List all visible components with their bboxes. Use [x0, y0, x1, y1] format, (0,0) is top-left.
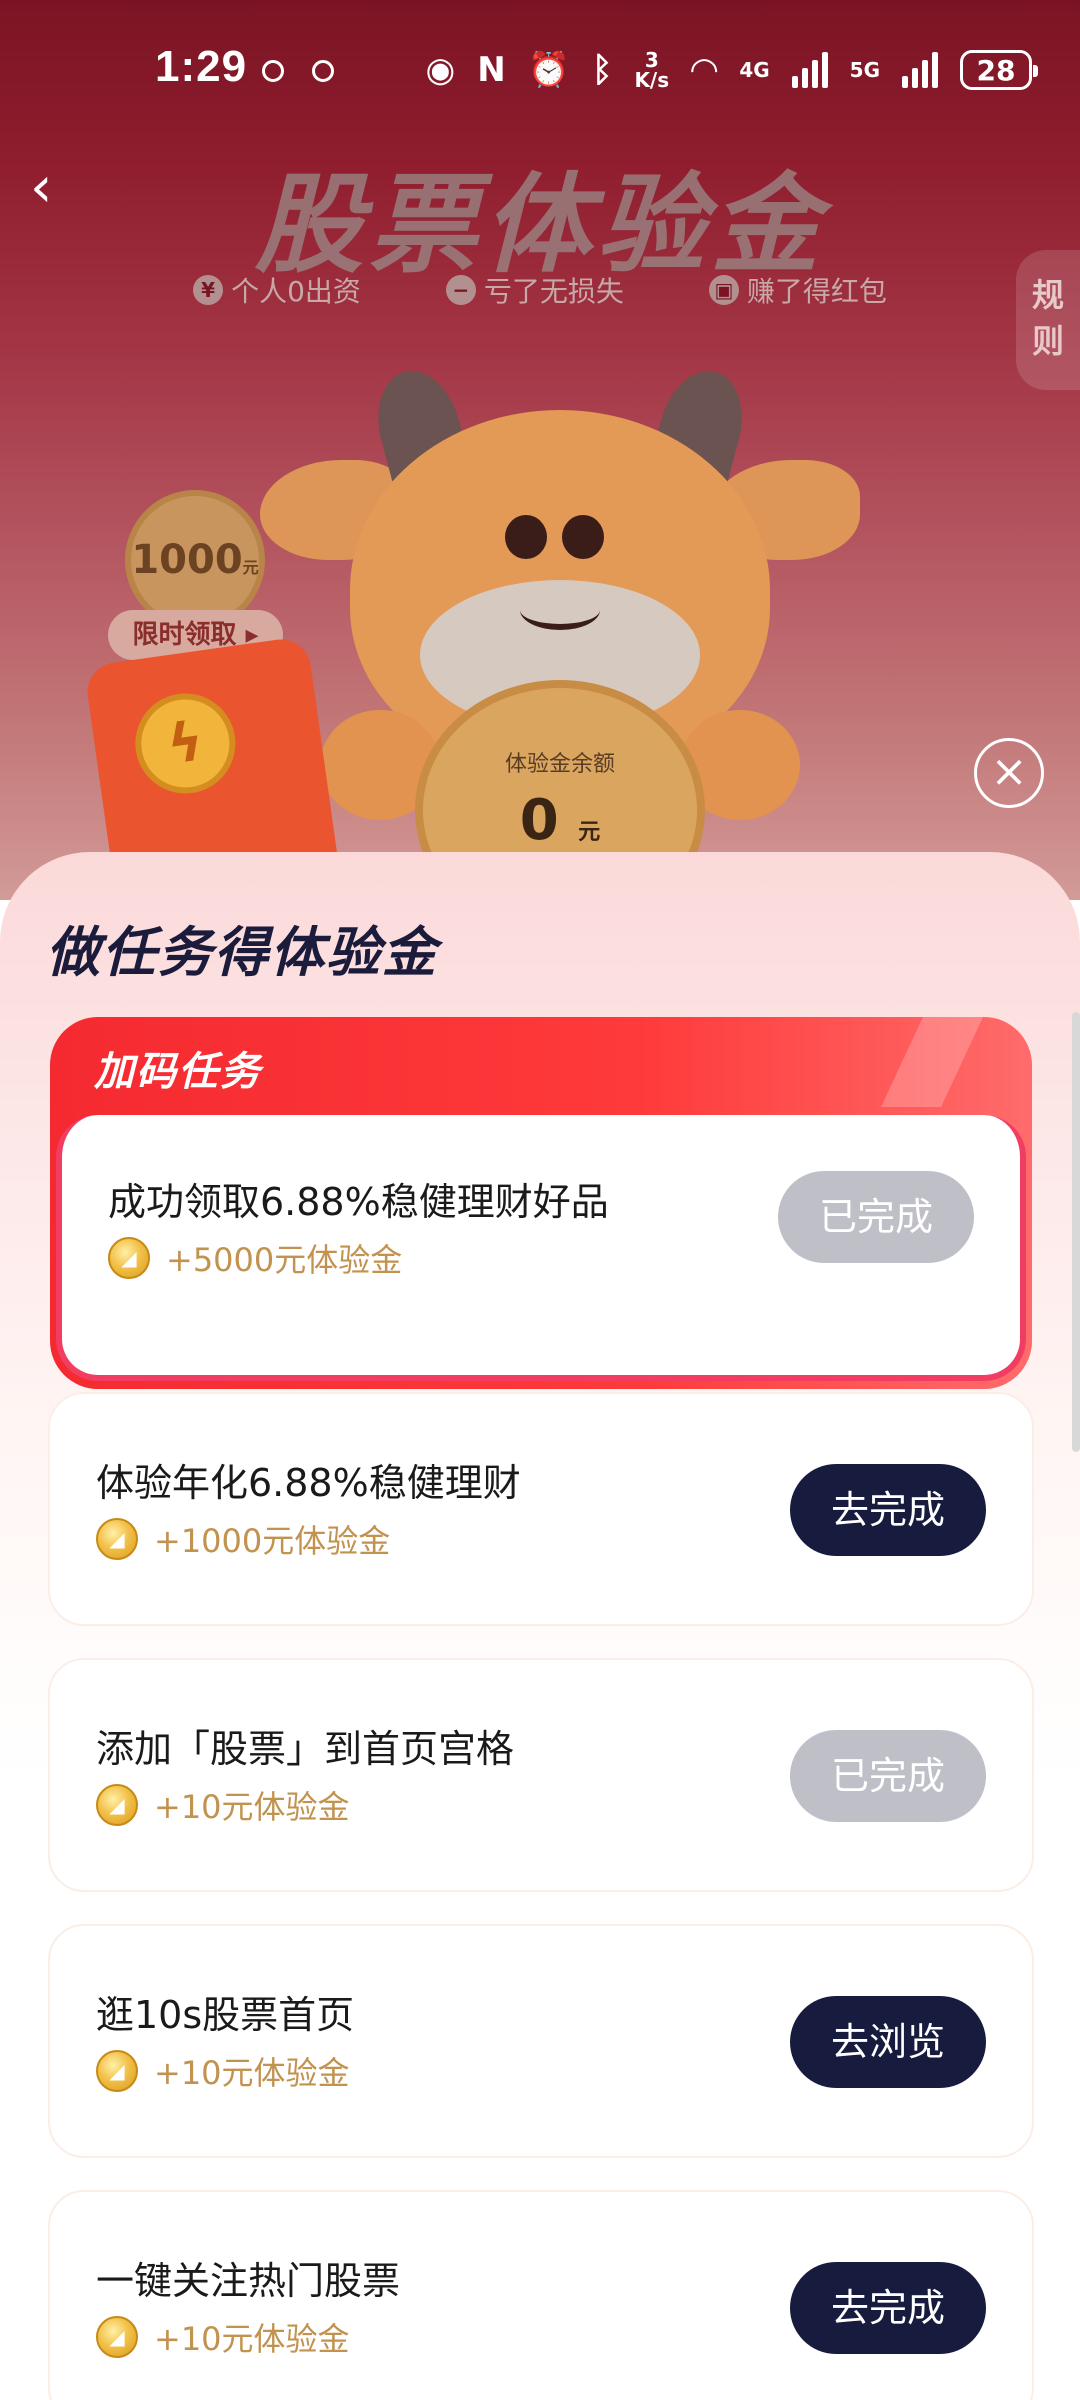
- status-bar: 1:29 ◉ N ⏰ ᛒ 3 K/s ◠ 4G 5G 28: [0, 0, 1080, 130]
- close-button[interactable]: ×: [974, 738, 1044, 808]
- red-packet-icon: ▣: [708, 275, 739, 305]
- task-card: 体验年化6.88%稳健理财 ◢ +1000元体验金 去完成: [48, 1392, 1034, 1626]
- nfc-icon: N: [477, 50, 506, 90]
- minus-icon: −: [445, 275, 476, 305]
- notification-icon: [262, 60, 284, 82]
- bonus-coin-1000[interactable]: 1000元: [125, 490, 265, 630]
- feature-list: ¥ 个人0出资 − 亏了无损失 ▣ 赚了得红包: [0, 270, 1080, 310]
- task-title: 逛10s股票首页: [96, 1993, 355, 2037]
- network-speed: 3 K/s: [634, 48, 670, 92]
- cow-mouth: [520, 590, 600, 630]
- battery-icon: 28: [960, 50, 1038, 90]
- signal-bars-icon: [791, 52, 828, 88]
- yuan-icon: ¥: [193, 275, 224, 305]
- task-go-button[interactable]: 去完成: [790, 1464, 986, 1556]
- task-title: 成功领取6.88%稳健理财好品: [108, 1180, 609, 1224]
- cow-mascot: 体验金余额 0 元: [260, 350, 860, 900]
- task-reward: ◢ +10元体验金: [96, 2314, 350, 2360]
- task-done-button[interactable]: 已完成: [778, 1171, 974, 1263]
- cow-eye: [562, 515, 604, 559]
- feature-item: − 亏了无损失: [445, 270, 624, 310]
- signal-4g-label: 4G: [739, 58, 770, 82]
- gold-coin-icon: ◢: [96, 2050, 138, 2092]
- task-sheet: 做任务得体验金 加码任务 成功领取6.88%稳健理财好品 ◢ +5000元体验金…: [0, 852, 1080, 2400]
- feature-label: 亏了无损失: [483, 275, 624, 308]
- task-done-button[interactable]: 已完成: [790, 1730, 986, 1822]
- rules-label: 规则: [1031, 276, 1064, 360]
- cow-eye: [505, 515, 547, 559]
- status-icons: ◉ N ⏰ ᛒ 3 K/s ◠ 4G 5G 28: [425, 46, 1038, 94]
- feature-item: ▣ 赚了得红包: [708, 270, 887, 310]
- status-time: 1:29: [155, 42, 248, 91]
- bonus-task-header: 加码任务: [94, 1049, 262, 1095]
- task-title: 体验年化6.88%稳健理财: [96, 1461, 521, 1505]
- gold-coin-icon: ◢: [96, 1784, 138, 1826]
- eye-icon: ◉: [425, 50, 456, 90]
- wifi-icon: ◠: [691, 50, 718, 90]
- task-card: 逛10s股票首页 ◢ +10元体验金 去浏览: [48, 1924, 1034, 2158]
- task-reward: ◢ +10元体验金: [96, 2048, 350, 2094]
- task-card: 添加「股票」到首页宫格 ◢ +10元体验金 已完成: [48, 1658, 1034, 1892]
- balance-value: 0 元: [519, 788, 601, 853]
- globe-icon: [312, 60, 334, 82]
- feature-item: ¥ 个人0出资: [193, 270, 361, 310]
- close-icon: ×: [990, 746, 1028, 797]
- bonus-task-card: 成功领取6.88%稳健理财好品 ◢ +5000元体验金 已完成: [56, 1115, 1026, 1381]
- alarm-icon: ⏰: [527, 50, 571, 90]
- feature-label: 个人0出资: [231, 275, 361, 308]
- task-reward: ◢ +5000元体验金: [108, 1235, 402, 1281]
- rules-button[interactable]: 规则: [1016, 250, 1080, 390]
- gold-coin-icon: ◢: [108, 1237, 150, 1279]
- signal-5g-label: 5G: [849, 58, 880, 82]
- task-title: 添加「股票」到首页宫格: [96, 1727, 515, 1771]
- balance-label: 体验金余额: [504, 752, 615, 777]
- signal-bars-icon: [902, 52, 938, 88]
- task-go-button[interactable]: 去完成: [790, 2262, 986, 2354]
- task-reward: ◢ +10元体验金: [96, 1782, 350, 1828]
- feature-label: 赚了得红包: [746, 275, 887, 308]
- gold-coin-icon: ◢: [96, 2316, 138, 2358]
- task-browse-button[interactable]: 去浏览: [790, 1996, 986, 2088]
- task-card: 一键关注热门股票 ◢ +10元体验金 去完成: [48, 2190, 1034, 2400]
- bluetooth-icon: ᛒ: [592, 50, 613, 90]
- bonus-task-block: 加码任务 成功领取6.88%稳健理财好品 ◢ +5000元体验金 已完成: [50, 1017, 1032, 1389]
- hero-banner: 1:29 ◉ N ⏰ ᛒ 3 K/s ◠ 4G 5G 28 ‹ 股票体验金 ¥ …: [0, 0, 1080, 900]
- task-title: 一键关注热门股票: [96, 2259, 401, 2303]
- gold-coin-icon: ◢: [96, 1518, 138, 1560]
- lightning-coin-icon: ϟ: [128, 686, 242, 800]
- task-reward: ◢ +1000元体验金: [96, 1516, 390, 1562]
- sheet-title: 做任务得体验金: [46, 921, 438, 984]
- scrollbar[interactable]: [1072, 1012, 1080, 1452]
- decor-stripe: [881, 1017, 983, 1107]
